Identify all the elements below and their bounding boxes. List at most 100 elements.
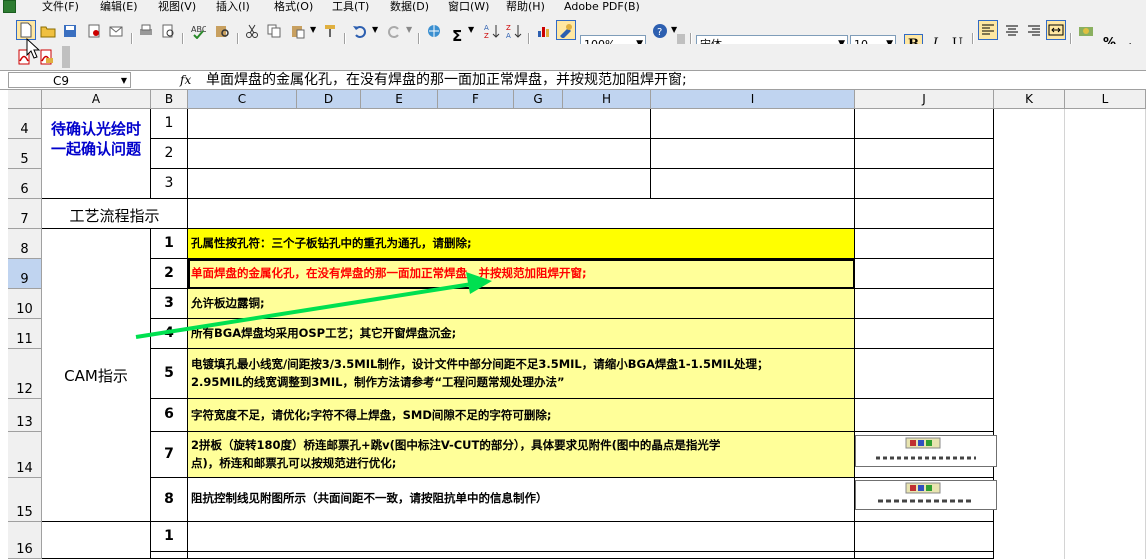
menu-insert[interactable]: 插入(I) [216,0,250,13]
confirm-text-cell[interactable] [188,169,651,199]
row-header-14[interactable]: 14 [8,432,42,478]
pdf-toolbar-options-icon[interactable] [62,46,70,68]
undo-dropdown-icon[interactable]: ▼ [372,25,378,34]
selected-cell-c9[interactable]: 单面焊盘的金属化孔，在没有焊盘的那一面加正常焊盘，并按规范加阻焊开窗; [188,259,855,289]
row17-num-cell[interactable] [151,552,188,559]
row-header-4[interactable]: 4 [8,109,42,139]
cam-item-num-cell[interactable]: 4 [151,319,188,349]
j-cell[interactable] [855,169,994,199]
cam-item-num-cell[interactable]: 5 [151,349,188,399]
sort-descending-icon[interactable]: ZA [504,21,524,41]
row-header-12[interactable]: 12 [8,349,42,399]
column-header-g[interactable]: G [514,90,563,109]
j-cell[interactable] [855,349,994,399]
menu-edit[interactable]: 编辑(E) [100,0,138,13]
cam-item-text-cell[interactable]: 阻抗控制线见附图所示（共面间距不一致，请按阻抗单中的信息制作） [188,478,855,522]
email-icon[interactable] [106,21,126,41]
cam-item-num-cell[interactable]: 6 [151,399,188,432]
open-folder-icon[interactable] [38,21,58,41]
redo-dropdown-icon[interactable]: ▼ [406,25,412,34]
cam-item-num-cell[interactable]: 2 [151,259,188,289]
excel-app-icon[interactable] [3,0,16,13]
row-header-5[interactable]: 5 [8,139,42,169]
j-cell[interactable] [855,319,994,349]
paste-icon[interactable] [288,21,308,41]
confirm-num-cell[interactable]: 3 [151,169,188,199]
spelling-icon[interactable]: ABC [188,21,208,41]
new-document-icon[interactable] [16,20,36,40]
column-header-e[interactable]: E [361,90,438,109]
j-cell[interactable] [855,139,994,169]
print-icon[interactable] [136,21,156,41]
autosum-dropdown-icon[interactable]: ▼ [468,25,474,34]
cam-item-num-cell[interactable]: 8 [151,478,188,522]
column-header-l[interactable]: L [1065,90,1146,109]
sort-ascending-icon[interactable]: AZ [482,21,502,41]
name-box[interactable]: C9 ▼ [8,72,131,88]
row16-num-cell[interactable]: 1 [151,522,188,552]
help-dropdown-icon[interactable]: ▼ [671,25,677,34]
column-header-d[interactable]: D [297,90,361,109]
row-header-10[interactable]: 10 [8,289,42,319]
menu-format[interactable]: 格式(O) [274,0,313,13]
cam-item-num-cell[interactable]: 7 [151,432,188,478]
align-center-icon[interactable] [1002,21,1022,41]
cam-item-text-cell[interactable]: 电镀填孔最小线宽/间距按3/3.5MIL制作，设计文件中部分间距不足3.5MIL… [188,349,855,399]
column-header-j[interactable]: J [855,90,994,109]
cam-item-text-cell[interactable]: 允许板边露铜; [188,289,855,319]
row-header-9[interactable]: 9 [8,259,42,289]
column-header-f[interactable]: F [438,90,514,109]
align-left-icon[interactable] [978,20,998,40]
cam-item-num-cell[interactable]: 3 [151,289,188,319]
row-header-15[interactable]: 15 [8,478,42,522]
save-icon[interactable] [60,21,80,41]
worksheet-grid[interactable]: A B C D E F G H I J K L 4 5 6 7 8 9 10 1… [0,38,1146,559]
row16-text-cell[interactable] [188,522,855,552]
insert-function-button[interactable]: fx [180,71,191,89]
j-cell[interactable] [855,199,994,229]
drawing-icon[interactable] [556,20,576,40]
select-all-corner[interactable] [8,90,42,109]
row17-text-cell[interactable] [188,552,855,559]
autosum-icon[interactable]: Σ [452,27,462,45]
chart-wizard-icon[interactable] [534,21,554,41]
j-cell[interactable] [855,399,994,432]
column-header-k[interactable]: K [994,90,1065,109]
column-header-c[interactable]: C [188,90,297,109]
permission-icon[interactable] [84,21,104,41]
confirm-note-cell[interactable]: 待确认光绘时 一起确认问题 [42,109,151,199]
row-header-7[interactable]: 7 [8,199,42,229]
menu-file[interactable]: 文件(F) [42,0,79,13]
column-header-h[interactable]: H [563,90,651,109]
row-header-6[interactable]: 6 [8,169,42,199]
confirm-i-cell[interactable] [651,169,855,199]
undo-icon[interactable] [350,21,370,41]
confirm-i-cell[interactable] [651,139,855,169]
cut-icon[interactable] [242,21,262,41]
attachment-thumbnail[interactable] [855,435,997,467]
column-header-i[interactable]: I [651,90,855,109]
menu-data[interactable]: 数据(D) [390,0,429,13]
impedance-attachment-thumbnail[interactable] [855,480,997,510]
currency-style-icon[interactable] [1076,21,1096,41]
name-box-dropdown-icon[interactable]: ▼ [121,73,127,89]
row16-a-cell[interactable] [42,522,151,559]
formula-content[interactable]: 单面焊盘的金属化孔，在没有焊盘的那一面加正常焊盘，并按规范加阻焊开窗; [206,71,687,89]
j-cell[interactable] [855,109,994,139]
cam-item-text-cell[interactable]: 孔属性按孔符：三个子板钻孔中的重孔为通孔，请删除; [188,229,855,259]
cam-item-text-cell[interactable]: 2拼板（旋转180度）桥连邮票孔+跳v(图中标注V-CUT的部分），具体要求见附… [188,432,855,478]
row-header-13[interactable]: 13 [8,399,42,432]
confirm-text-cell[interactable] [188,109,651,139]
j-cell[interactable] [855,522,994,552]
confirm-num-cell[interactable]: 2 [151,139,188,169]
row-header-8[interactable]: 8 [8,229,42,259]
j-cell[interactable] [855,259,994,289]
j-cell[interactable] [855,289,994,319]
menu-view[interactable]: 视图(V) [158,0,196,13]
process-label-cell[interactable]: 工艺流程指示 [42,199,188,229]
hyperlink-icon[interactable] [424,21,444,41]
confirm-num-cell[interactable]: 1 [151,109,188,139]
cam-item-num-cell[interactable]: 1 [151,229,188,259]
copy-icon[interactable] [264,21,284,41]
cam-item-text-cell[interactable]: 字符宽度不足，请优化;字符不得上焊盘，SMD间隙不足的字符可删除; [188,399,855,432]
